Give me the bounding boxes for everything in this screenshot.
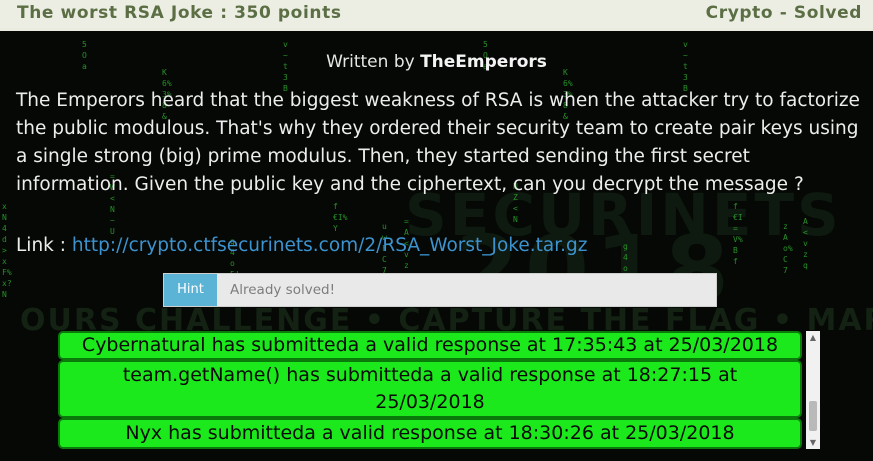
- matrix-column: f€I%Y: [333, 202, 348, 233]
- matrix-column: f€I=V%Bf: [733, 202, 743, 266]
- written-by-label: Written by: [326, 52, 415, 72]
- submission-item: Cybernatural has submitteda a valid resp…: [58, 331, 802, 360]
- hint-button[interactable]: Hint: [164, 274, 217, 306]
- hint-field: Hint Already solved!: [163, 273, 717, 307]
- submission-item: Nyx has submitteda a valid response at 1…: [58, 418, 802, 449]
- link-label: Link :: [16, 235, 66, 256]
- challenge-description: The Emperors heard that the biggest weak…: [16, 90, 860, 195]
- scrollbar-thumb[interactable]: [809, 401, 817, 431]
- challenge-title-bar: The worst RSA Joke : 350 points Crypto -…: [0, 0, 873, 28]
- matrix-column: xN4d>xF%x?N: [2, 202, 12, 299]
- matrix-column: A<vzq: [803, 217, 808, 270]
- challenge-title: The worst RSA Joke : 350 points: [17, 3, 342, 23]
- download-link[interactable]: http://crypto.ctfsecurinets.com/2/RSA_Wo…: [72, 235, 588, 256]
- submissions-scrollbar[interactable]: ▲ ▼: [806, 331, 820, 449]
- challenge-panel: SECURINETS 2018 OURS CHALLENGE • CAPTURE…: [0, 31, 873, 461]
- submissions-list[interactable]: Cybernatural has submitteda a valid resp…: [58, 331, 820, 449]
- matrix-column: zAo%C7: [783, 222, 793, 275]
- scroll-down-arrow-icon[interactable]: ▼: [806, 438, 820, 447]
- author-name: TheEmperors: [420, 52, 547, 72]
- submission-item: team.getName() has submitteda a valid re…: [58, 360, 802, 418]
- category-status: Crypto - Solved: [705, 3, 862, 23]
- scroll-up-arrow-icon[interactable]: ▲: [806, 333, 820, 342]
- download-link-row: Link : http://crypto.ctfsecurinets.com/2…: [16, 235, 587, 256]
- hint-input[interactable]: Already solved!: [230, 274, 335, 306]
- author-line: Written by TheEmperors: [0, 52, 873, 72]
